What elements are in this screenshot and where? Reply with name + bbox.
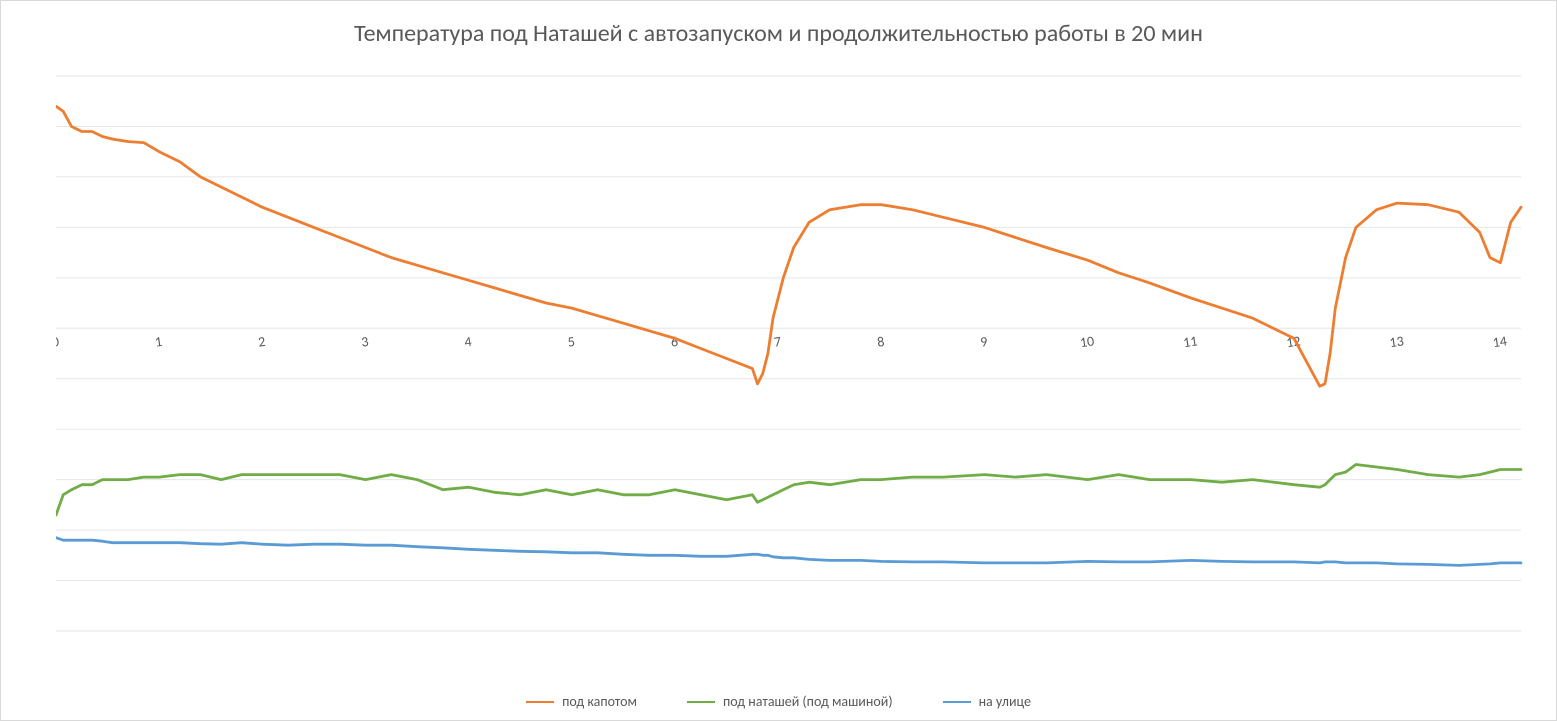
legend-label-2: на улице: [979, 693, 1031, 710]
svg-text:4: 4: [463, 333, 472, 351]
svg-text:3: 3: [360, 333, 369, 351]
svg-text:1: 1: [154, 333, 163, 351]
svg-text:10: 10: [1079, 332, 1095, 351]
legend-label-0: под капотом: [562, 693, 637, 710]
plot-area: -60-50-40-30-20-1001020304050 0123456789…: [56, 56, 1531, 661]
legend: под капотом под наташей (под машиной) на…: [1, 693, 1556, 710]
legend-item-0: под капотом: [526, 693, 637, 710]
legend-swatch-0: [526, 701, 554, 703]
svg-text:9: 9: [979, 333, 988, 351]
series-line-2: [56, 538, 1521, 566]
svg-text:8: 8: [876, 333, 885, 351]
series-group: [56, 106, 1521, 565]
svg-text:2: 2: [257, 333, 266, 351]
legend-swatch-2: [943, 701, 971, 703]
series-line-1: [56, 465, 1521, 516]
chart-container: Температура под Наташей с автозапуском и…: [0, 0, 1557, 721]
legend-item-2: на улице: [943, 693, 1031, 710]
plot-svg: -60-50-40-30-20-1001020304050 0123456789…: [56, 56, 1531, 661]
svg-text:13: 13: [1388, 332, 1404, 351]
svg-text:11: 11: [1182, 332, 1198, 351]
legend-item-1: под наташей (под машиной): [687, 693, 893, 710]
legend-swatch-1: [687, 701, 715, 703]
legend-label-1: под наташей (под машиной): [723, 693, 893, 710]
chart-title: Температура под Наташей с автозапуском и…: [1, 19, 1556, 48]
svg-text:5: 5: [567, 333, 576, 351]
svg-text:6: 6: [670, 333, 679, 351]
svg-text:0: 0: [56, 333, 60, 351]
svg-text:7: 7: [773, 333, 782, 351]
svg-text:14: 14: [1492, 332, 1508, 351]
series-line-0: [56, 106, 1521, 386]
